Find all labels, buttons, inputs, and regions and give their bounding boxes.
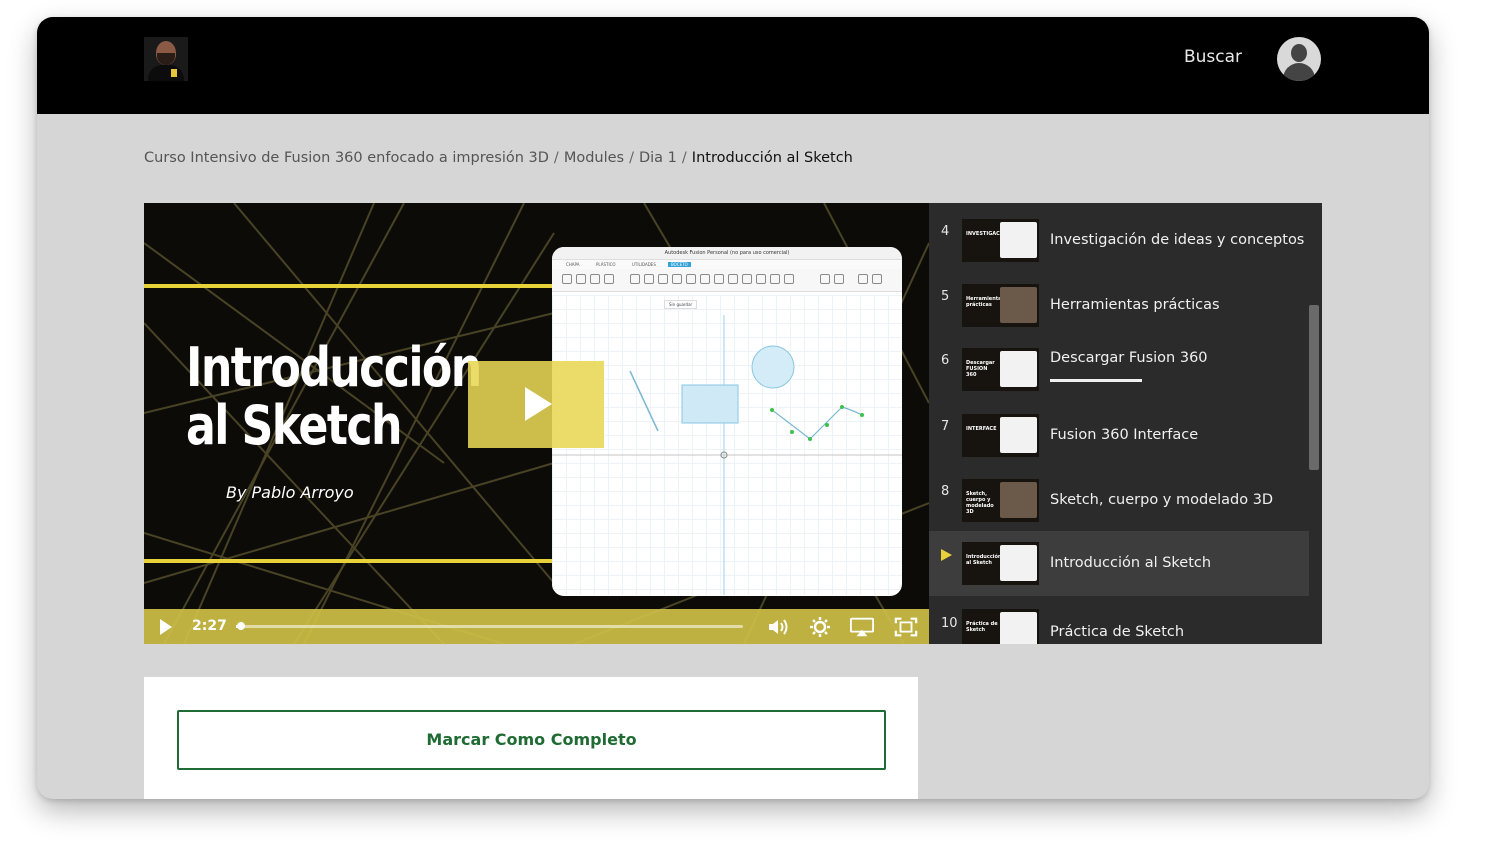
video-player[interactable]: Introducción al Sketch By Pablo Arroyo A…	[144, 203, 929, 644]
big-play-button[interactable]	[468, 361, 604, 448]
lesson-thumbnail: Descargar FUSION 360	[962, 348, 1039, 391]
lesson-thumbnail: Práctica de Sketch	[962, 609, 1039, 644]
video-byline: By Pablo Arroyo	[226, 483, 354, 502]
sketch-canvas	[552, 295, 902, 595]
search-link[interactable]: Buscar	[1184, 47, 1242, 67]
screen-toolbar	[552, 269, 902, 292]
fullscreen-icon[interactable]	[894, 616, 918, 638]
app-window: Buscar Curso Intensivo de Fusion 360 enf…	[37, 17, 1429, 799]
breadcrumb-separator: /	[629, 150, 634, 166]
unsaved-warning: Sin guardar	[664, 300, 698, 309]
lesson-thumbnail: Sketch, cuerpo y modelado 3D	[962, 479, 1039, 522]
lesson-playlist: 4 INVESTIGACIÓN Investigación de ideas y…	[929, 203, 1322, 644]
breadcrumb-day[interactable]: Dia 1	[639, 150, 677, 166]
play-icon[interactable]	[160, 619, 172, 635]
breadcrumb: Curso Intensivo de Fusion 360 enfocado a…	[144, 150, 853, 166]
yellow-stripe-top	[144, 284, 556, 288]
mark-complete-button[interactable]: Marcar Como Completo	[177, 710, 886, 770]
seek-bar[interactable]	[236, 622, 743, 630]
breadcrumb-separator: /	[681, 150, 687, 166]
playlist-item-active[interactable]: Introducción al Sketch Introducción al S…	[929, 531, 1309, 596]
volume-icon[interactable]	[766, 616, 790, 638]
playlist-item[interactable]: 8 Sketch, cuerpo y modelado 3D Sketch, c…	[929, 463, 1309, 528]
lesson-thumbnail: INTERFACE	[962, 414, 1039, 457]
lesson-thumbnail: Introducción al Sketch	[962, 542, 1039, 585]
sketch-drawing	[552, 315, 902, 595]
playlist-scrollbar[interactable]	[1309, 305, 1319, 470]
fusion-screenshot: Autodesk Fusion Personal (no para uso co…	[552, 247, 902, 596]
gear-icon[interactable]	[808, 616, 832, 638]
screen-titlebar: Autodesk Fusion Personal (no para uso co…	[552, 247, 902, 260]
lesson-actions-card: Marcar Como Completo	[144, 677, 918, 799]
lesson-thumbnail: Herramientas prácticas	[962, 284, 1039, 327]
top-header: Buscar	[37, 17, 1429, 114]
lesson-thumbnail: INVESTIGACIÓN	[962, 219, 1039, 262]
user-avatar-icon[interactable]	[1277, 37, 1321, 81]
playlist-item[interactable]: 6 Descargar FUSION 360 Descargar Fusion …	[929, 333, 1309, 398]
yellow-stripe-bottom	[144, 559, 556, 563]
playlist-item[interactable]: 4 INVESTIGACIÓN Investigación de ideas y…	[929, 203, 1309, 268]
playlist-item[interactable]: 10 Práctica de Sketch Práctica de Sketch	[929, 596, 1309, 644]
playlist-item[interactable]: 5 Herramientas prácticas Herramientas pr…	[929, 268, 1309, 333]
screen-tabs: CHAPA PLÁSTICO UTILIDADES BOCETO	[552, 260, 902, 269]
now-playing-icon	[941, 549, 952, 561]
video-controls: 2:27	[144, 609, 929, 644]
breadcrumb-course[interactable]: Curso Intensivo de Fusion 360 enfocado a…	[144, 150, 549, 166]
current-time: 2:27	[192, 618, 227, 634]
airplay-icon[interactable]	[850, 616, 874, 638]
breadcrumb-separator: /	[553, 150, 559, 166]
instructor-logo[interactable]	[144, 37, 188, 81]
breadcrumb-modules[interactable]: Modules	[564, 150, 624, 166]
video-title-overlay: Introducción al Sketch	[186, 336, 482, 457]
playlist-item[interactable]: 7 INTERFACE Fusion 360 Interface	[929, 398, 1309, 463]
lesson-progress-bar	[1050, 379, 1142, 382]
breadcrumb-current: Introducción al Sketch	[691, 150, 853, 166]
seek-handle[interactable]	[237, 622, 246, 630]
play-icon	[525, 387, 552, 421]
